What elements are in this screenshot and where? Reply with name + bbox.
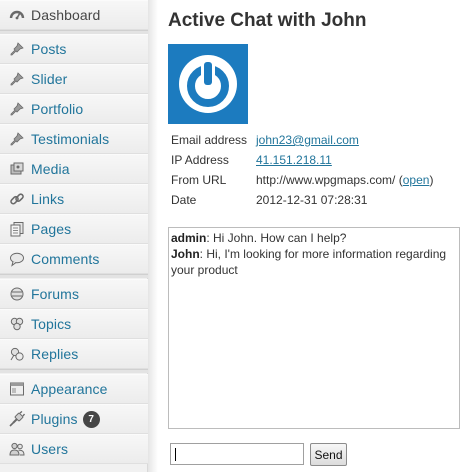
pin-icon xyxy=(8,100,26,118)
topics-icon xyxy=(8,315,26,333)
forums-icon xyxy=(8,285,26,303)
sidebar-item-portfolio[interactable]: Portfolio xyxy=(0,94,148,124)
pin-icon xyxy=(8,130,26,148)
sidebar-item-users[interactable]: Users xyxy=(0,434,148,464)
sidebar-item-label: Media xyxy=(31,161,70,177)
sidebar-item-comments[interactable]: Comments xyxy=(0,244,148,274)
chat-text: Hi, I'm looking for more information reg… xyxy=(171,247,447,277)
sidebar-item-slider[interactable]: Slider xyxy=(0,64,148,94)
chat-text: Hi John. How can I help? xyxy=(213,231,347,245)
sidebar-item-label: Comments xyxy=(31,251,100,267)
replies-icon xyxy=(8,345,26,363)
sidebar-item-links[interactable]: Links xyxy=(0,184,148,214)
page-title: Active Chat with John xyxy=(168,10,367,31)
appearance-icon xyxy=(8,380,26,398)
sidebar-item-pages[interactable]: Pages xyxy=(0,214,148,244)
sidebar-item-label: Appearance xyxy=(31,381,108,397)
sidebar-item-topics[interactable]: Topics xyxy=(0,309,148,339)
url-open-link[interactable]: open xyxy=(403,173,430,187)
sidebar-item-appearance[interactable]: Appearance xyxy=(0,374,148,404)
sidebar-shadow xyxy=(148,0,158,472)
date-value: 2012-12-31 07:28:31 xyxy=(256,193,368,207)
link-icon xyxy=(8,190,26,208)
sidebar-item-label: Forums xyxy=(31,286,80,302)
avatar xyxy=(168,44,248,124)
sidebar-item-label: Testimonials xyxy=(31,131,110,147)
chat-message: admin: Hi John. How can I help? xyxy=(171,231,347,245)
send-button[interactable]: Send xyxy=(310,443,347,466)
sidebar-item-label: Plugins xyxy=(31,411,78,427)
message-input[interactable] xyxy=(170,443,304,465)
sidebar-item-label: Slider xyxy=(31,71,68,87)
chat-message: John: Hi, I'm looking for more informati… xyxy=(171,247,447,277)
update-count-badge: 7 xyxy=(82,410,100,428)
dashboard-icon xyxy=(8,6,26,24)
users-icon xyxy=(8,440,26,458)
sidebar-item-label: Portfolio xyxy=(31,101,84,117)
url-close-paren: ) xyxy=(429,173,434,187)
sidebar-item-forums[interactable]: Forums xyxy=(0,279,148,309)
media-icon xyxy=(8,160,26,178)
pages-icon xyxy=(8,220,26,238)
sidebar-item-posts[interactable]: Posts xyxy=(0,34,148,64)
sidebar-item-media[interactable]: Media xyxy=(0,154,148,184)
sidebar-item-label: Users xyxy=(31,441,69,457)
sidebar-item-dashboard[interactable]: Dashboard xyxy=(0,0,148,30)
url-value: http://www.wpgmaps.com/ xyxy=(256,173,396,187)
sidebar-item-label: Links xyxy=(31,191,65,207)
chat-log[interactable]: admin: Hi John. How can I help? John: Hi… xyxy=(168,227,460,429)
plugins-icon xyxy=(8,410,26,428)
sidebar-separator xyxy=(0,274,148,278)
power-icon xyxy=(179,55,237,113)
sidebar-item-label: Replies xyxy=(31,346,79,362)
text-caret xyxy=(175,448,176,461)
sidebar-item-label: Posts xyxy=(31,41,67,57)
url-label: From URL xyxy=(171,173,227,187)
pin-icon xyxy=(8,70,26,88)
sidebar-separator xyxy=(0,369,148,373)
ip-label: IP Address xyxy=(171,153,229,167)
chat-sender: admin xyxy=(171,231,207,245)
pin-icon xyxy=(8,40,26,58)
email-link[interactable]: john23@gmail.com xyxy=(256,133,359,147)
sidebar-item-label: Dashboard xyxy=(31,7,101,23)
comment-icon xyxy=(8,250,26,268)
ip-link[interactable]: 41.151.218.11 xyxy=(256,153,332,167)
date-label: Date xyxy=(171,193,197,207)
sidebar-item-replies[interactable]: Replies xyxy=(0,339,148,369)
email-label: Email address xyxy=(171,133,248,147)
sidebar-item-testimonials[interactable]: Testimonials xyxy=(0,124,148,154)
sidebar-item-label: Pages xyxy=(31,221,72,237)
url-value-group: http://www.wpgmaps.com/ (open) xyxy=(256,173,433,187)
sidebar-item-plugins[interactable]: Plugins 7 xyxy=(0,404,148,434)
sidebar-item-label: Topics xyxy=(31,316,72,332)
admin-sidebar: Dashboard Posts Slider Portfolio Testimo… xyxy=(0,0,148,472)
chat-sender: John xyxy=(171,247,200,261)
